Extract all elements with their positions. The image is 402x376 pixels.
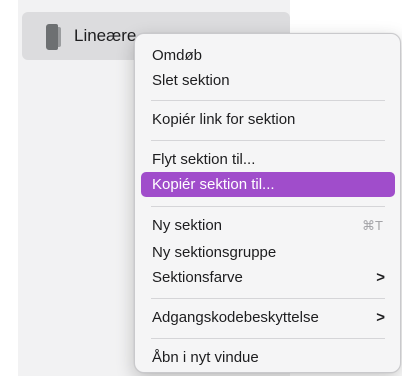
menu-item-label: Ny sektionsgruppe bbox=[152, 244, 277, 261]
menu-item-copy-section[interactable]: Kopiér sektion til... bbox=[141, 172, 395, 197]
menu-item-label: Adgangskodebeskyttelse bbox=[152, 309, 319, 326]
menu-item-shortcut: ⌘T bbox=[362, 218, 383, 233]
menu-separator bbox=[151, 140, 385, 141]
menu-separator bbox=[151, 338, 385, 339]
chevron-right-icon: > bbox=[376, 309, 385, 326]
menu-separator bbox=[151, 100, 385, 101]
chevron-right-icon: > bbox=[376, 269, 385, 286]
menu-item-label: Sektionsfarve bbox=[152, 269, 243, 286]
menu-item-copy-section-link[interactable]: Kopiér link for sektion bbox=[141, 107, 395, 132]
menu-item-section-color[interactable]: Sektionsfarve > bbox=[141, 265, 395, 290]
menu-separator bbox=[151, 206, 385, 207]
menu-item-label: Flyt sektion til... bbox=[152, 151, 256, 168]
menu-item-new-section[interactable]: Ny sektion ⌘T bbox=[141, 213, 395, 238]
section-title: Lineære bbox=[74, 26, 137, 45]
menu-item-rename[interactable]: Omdøb bbox=[141, 43, 395, 68]
menu-item-label: Kopiér sektion til... bbox=[152, 176, 275, 193]
menu-item-delete-section[interactable]: Slet sektion bbox=[141, 68, 395, 93]
menu-item-open-in-new-window[interactable]: Åbn i nyt vindue bbox=[141, 345, 395, 370]
section-tab-icon bbox=[46, 24, 61, 50]
menu-item-move-section[interactable]: Flyt sektion til... bbox=[141, 147, 395, 172]
context-menu: Omdøb Slet sektion Kopiér link for sekti… bbox=[134, 33, 401, 373]
menu-separator bbox=[151, 298, 385, 299]
menu-item-label: Omdøb bbox=[152, 47, 203, 64]
menu-item-label: Kopiér link for sektion bbox=[152, 111, 296, 128]
menu-item-new-section-group[interactable]: Ny sektionsgruppe bbox=[141, 240, 395, 265]
menu-item-label: Ny sektion bbox=[152, 217, 223, 234]
menu-item-label: Åbn i nyt vindue bbox=[152, 349, 259, 366]
menu-item-password-protection[interactable]: Adgangskodebeskyttelse > bbox=[141, 305, 395, 330]
menu-item-label: Slet sektion bbox=[152, 72, 230, 89]
